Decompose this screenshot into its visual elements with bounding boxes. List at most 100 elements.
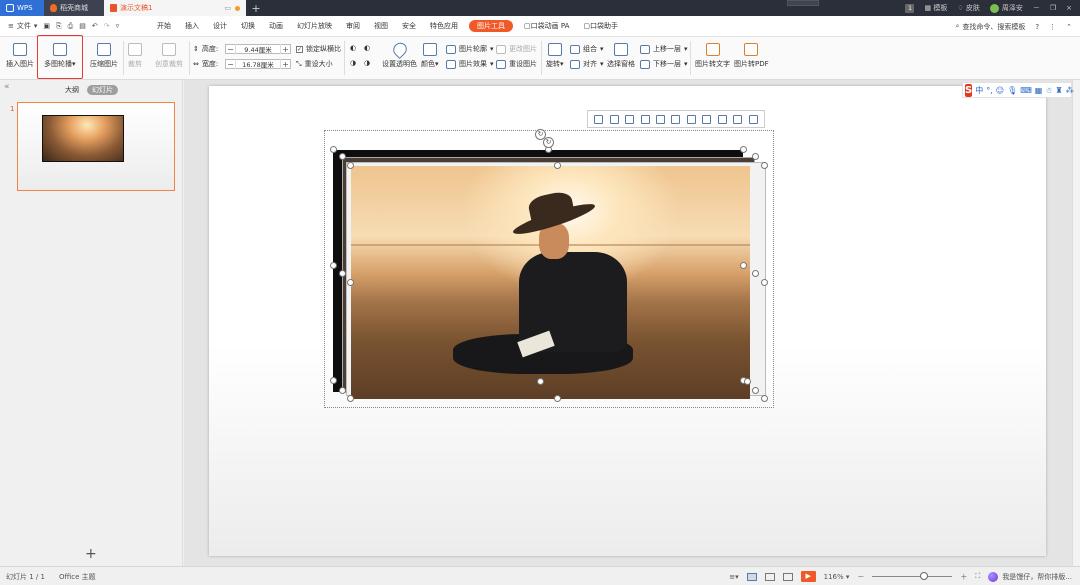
crop-corner-icon[interactable]	[733, 114, 743, 124]
distribute-vertical-icon[interactable]	[702, 114, 712, 124]
theme-name[interactable]: Office 主题	[59, 572, 96, 582]
window-icon[interactable]: ▭	[224, 4, 231, 12]
resize-handle[interactable]	[740, 262, 747, 269]
keyboard-icon[interactable]: ⌨	[1020, 86, 1032, 95]
skin-button[interactable]: ♢ 皮肤	[957, 3, 980, 13]
play-slideshow-button[interactable]: ▶	[800, 571, 816, 582]
menu-insert[interactable]: 插入	[178, 16, 206, 37]
align-right-icon[interactable]	[625, 114, 635, 124]
zoom-dropdown[interactable]: 116% ▾	[824, 573, 850, 581]
preview-icon[interactable]: ▤	[79, 22, 86, 30]
resize-handle[interactable]	[554, 162, 561, 169]
menu-pocket-assistant[interactable]: ▢ 口袋助手	[576, 16, 625, 37]
help-button[interactable]: ?	[1035, 23, 1039, 31]
resize-handle[interactable]	[330, 146, 337, 153]
align-left-icon[interactable]	[594, 114, 604, 124]
height-increase-button[interactable]: +	[281, 45, 290, 54]
close-button[interactable]: ×	[1066, 4, 1072, 12]
redo-icon[interactable]: ↷	[104, 22, 110, 30]
tab-presentation-1[interactable]: 演示文稿1 ▭	[104, 0, 246, 16]
group-objects-icon[interactable]	[748, 114, 758, 124]
resize-handle[interactable]	[761, 162, 768, 169]
resize-handle[interactable]	[752, 270, 759, 277]
resize-handle[interactable]	[537, 378, 544, 385]
microphone-icon[interactable]: 🎙	[1007, 86, 1017, 95]
align-center-icon[interactable]	[609, 114, 619, 124]
menu-design[interactable]: 设计	[206, 16, 234, 37]
export-icon[interactable]: ⎘	[56, 22, 62, 31]
user-button[interactable]: 周泽安	[989, 3, 1023, 13]
resize-handle[interactable]	[330, 262, 337, 269]
resize-handle[interactable]	[744, 378, 751, 385]
mascot-icon[interactable]: ☃	[1045, 86, 1052, 95]
resize-handle[interactable]	[347, 395, 354, 402]
more-icon[interactable]: ▿	[116, 22, 120, 30]
style-preset-1[interactable]: ◐	[350, 44, 356, 52]
bring-forward-button[interactable]: 上移一层 ▾	[640, 44, 688, 54]
vertical-scrollbar[interactable]	[1072, 80, 1080, 566]
change-picture-button[interactable]: 更改图片	[496, 44, 537, 54]
align-bottom-icon[interactable]	[671, 114, 681, 124]
fit-window-icon[interactable]: ⛶	[975, 572, 980, 581]
menu-transition[interactable]: 切换	[234, 16, 262, 37]
ime-mode[interactable]: 中	[975, 85, 983, 96]
align-middle-icon[interactable]	[656, 114, 666, 124]
insert-picture-button[interactable]: 插入图片	[6, 43, 34, 69]
selected-picture[interactable]	[351, 166, 750, 399]
resize-handle[interactable]	[740, 146, 747, 153]
resize-handle[interactable]	[554, 395, 561, 402]
picture-effect-button[interactable]: 图片效果 ▾	[446, 59, 494, 69]
rotate-button[interactable]: 旋转▾	[546, 43, 564, 69]
compress-picture-button[interactable]: 压缩图片	[90, 43, 118, 69]
resize-handle[interactable]	[761, 279, 768, 286]
tab-outline[interactable]: 大纲	[65, 85, 79, 95]
menu-view[interactable]: 视图	[367, 16, 395, 37]
search-command[interactable]: ⌕ 查找命令、搜索模板	[955, 22, 1025, 32]
menu-pocket-animation[interactable]: ▢ 口袋动画 PA	[517, 16, 576, 37]
rotate-handle-icon[interactable]: ↻	[543, 137, 554, 148]
picture-to-text-button[interactable]: 图片转文字	[695, 43, 730, 69]
collapse-ribbon-icon[interactable]: ⌃	[1066, 23, 1072, 31]
align-button[interactable]: 对齐 ▾	[570, 59, 604, 69]
menu-start[interactable]: 开始	[150, 16, 178, 37]
align-distribute-icon[interactable]	[717, 114, 727, 124]
reset-picture-button[interactable]: 重设图片	[496, 59, 537, 69]
height-value[interactable]: 9.44厘米	[235, 44, 281, 54]
layout-assistant[interactable]: 我是馒仔，帮你排版...	[988, 571, 1072, 582]
new-tab-button[interactable]: +	[246, 0, 266, 16]
restore-button[interactable]: ❐	[1050, 4, 1056, 12]
menu-slideshow[interactable]: 幻灯片放映	[290, 16, 339, 37]
tab-wps-home[interactable]: WPS	[0, 0, 44, 16]
grid-icon[interactable]: ▦	[1035, 86, 1043, 95]
template-button[interactable]: ▦ 模板	[924, 3, 947, 13]
tab-docer-mall[interactable]: 稻壳商城	[44, 0, 104, 16]
resize-handle[interactable]	[339, 153, 346, 160]
punctuation-icon[interactable]: °,	[986, 86, 993, 95]
save-icon[interactable]: ▣	[43, 22, 50, 30]
badge-icon[interactable]: 1	[905, 3, 915, 13]
height-stepper[interactable]: − 9.44厘米 +	[225, 44, 291, 54]
print-icon[interactable]: ⎙	[68, 22, 74, 31]
reading-view-icon[interactable]	[782, 572, 793, 581]
resize-handle[interactable]	[339, 387, 346, 394]
resize-handle[interactable]	[339, 270, 346, 277]
group-button[interactable]: 组合 ▾	[570, 44, 604, 54]
notes-toggle-icon[interactable]: ≡▾	[729, 573, 738, 581]
menu-security[interactable]: 安全	[395, 16, 423, 37]
minimize-button[interactable]: －	[1033, 3, 1040, 13]
resize-handle[interactable]	[761, 395, 768, 402]
emoji-icon[interactable]: ☺	[996, 86, 1004, 95]
picture-to-pdf-button[interactable]: 图片转PDF	[734, 43, 769, 69]
resize-handle[interactable]	[752, 153, 759, 160]
width-stepper[interactable]: − 16.78厘米 +	[225, 59, 291, 69]
resize-handle[interactable]	[330, 377, 337, 384]
more-options-icon[interactable]: ⋮	[1049, 23, 1056, 31]
menu-review[interactable]: 审阅	[339, 16, 367, 37]
style-preset-4[interactable]: ◑	[364, 59, 370, 67]
style-preset-2[interactable]: ◐	[364, 44, 370, 52]
reset-size-button[interactable]: ⤡ 重设大小	[296, 59, 333, 69]
align-top-icon[interactable]	[640, 114, 650, 124]
zoom-slider[interactable]	[872, 572, 953, 580]
shirt-icon[interactable]: ♜	[1056, 86, 1063, 95]
height-decrease-button[interactable]: −	[226, 45, 235, 54]
